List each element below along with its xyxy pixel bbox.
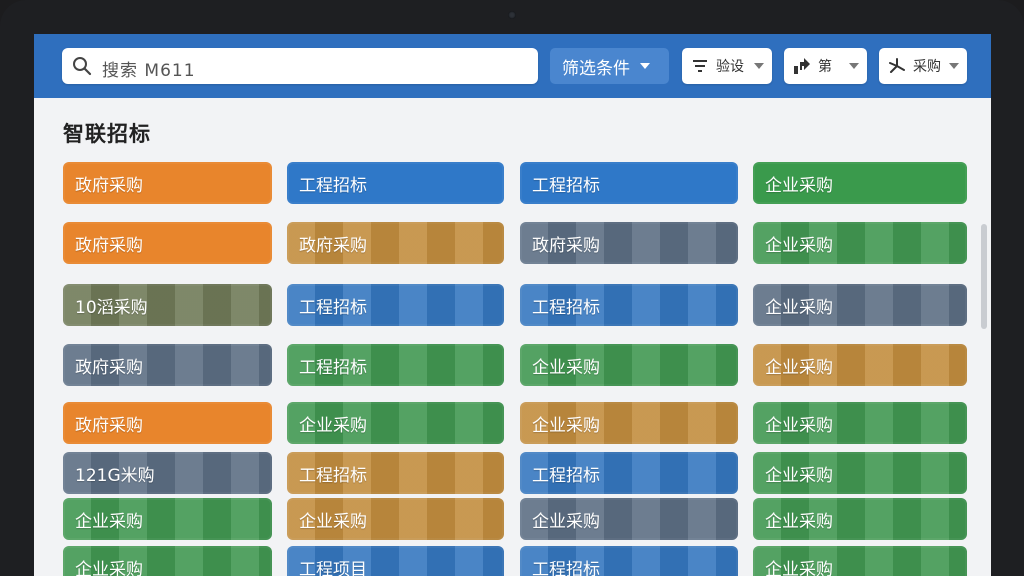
scrollbar[interactable] [981,224,987,329]
category-tag-label: 企业采购 [75,511,143,532]
category-tag-label: 政府采购 [299,235,367,256]
category-tag[interactable]: 政府采购 [520,222,738,264]
filter-lines-icon [693,60,707,72]
category-tag[interactable]: 企业采购 [520,344,738,386]
category-tag-label: 企业采购 [765,175,833,196]
category-tag[interactable]: 政府采购 [287,222,504,264]
top-toolbar: 搜索 M611 筛选条件 验设 第 采购 [34,34,991,98]
category-tag[interactable]: 企业采购 [753,402,967,444]
chevron-down-icon [754,63,764,69]
category-tag[interactable]: 工程招标 [520,452,738,494]
category-tag-label: 工程招标 [532,465,600,486]
tablet-frame: 搜索 M611 筛选条件 验设 第 采购 智联招标 政府采购 工程招标 工程招标… [0,0,1024,576]
dropdown-sort[interactable]: 验设 [682,48,772,84]
category-tag[interactable]: 政府采购 [63,162,272,204]
category-tag[interactable]: 工程项目 [287,546,504,576]
category-tag[interactable]: 企业采购 [520,498,738,540]
category-tag[interactable]: 企业采购 [753,284,967,326]
category-tag-label: 企业采购 [532,511,600,532]
category-tag-label: 工程招标 [532,175,600,196]
category-tag[interactable]: 工程招标 [287,344,504,386]
category-tag[interactable]: 工程招标 [287,162,504,204]
app-screen: 搜索 M611 筛选条件 验设 第 采购 智联招标 政府采购 工程招标 工程招标… [34,34,991,576]
category-tag-label: 政府采购 [75,357,143,378]
category-tag-label: 企业采购 [765,559,833,576]
search-placeholder: 搜索 M611 [102,61,196,81]
category-tag-label: 工程招标 [299,175,367,196]
category-tag[interactable]: 工程招标 [520,546,738,576]
category-tag-label: 工程招标 [532,559,600,576]
category-tag[interactable]: 企业采购 [63,546,272,576]
category-tag[interactable]: 企业采购 [753,344,967,386]
section-title: 智联招标 [63,122,151,146]
category-tag[interactable]: 企业采购 [287,402,504,444]
category-tag[interactable]: 工程招标 [520,284,738,326]
category-tag-label: 工程招标 [299,297,367,318]
dropdown-procurement[interactable]: 采购 [879,48,967,84]
star-burst-icon [889,58,905,73]
chevron-down-icon [949,63,959,69]
category-tag-label: 企业采购 [75,559,143,576]
category-tag[interactable]: 工程招标 [287,284,504,326]
category-tag-label: 企业采购 [765,465,833,486]
dropdown-sort-label: 验设 [716,59,744,75]
camera-icon [508,11,516,19]
category-tag-label: 政府采购 [75,175,143,196]
category-tag-label: 121G米购 [75,465,155,486]
category-tag-label: 企业采购 [299,415,367,436]
category-tag-label: 企业采购 [765,235,833,256]
category-tag-label: 政府采购 [75,415,143,436]
chart-arrow-icon [794,58,810,74]
category-tag[interactable]: 企业采购 [753,162,967,204]
category-tag-label: 企业采购 [765,415,833,436]
filter-label: 筛选条件 [562,58,630,79]
category-tag-label: 政府采购 [532,235,600,256]
category-tag[interactable]: 政府采购 [63,344,272,386]
category-tag-label: 工程招标 [299,357,367,378]
category-tag[interactable]: 工程招标 [287,452,504,494]
category-tag-label: 10滔采购 [75,297,148,318]
search-icon [73,57,92,76]
category-tag[interactable]: 企业采购 [287,498,504,540]
search-input[interactable]: 搜索 M611 [62,48,538,84]
category-tag-label: 工程招标 [299,465,367,486]
category-tag[interactable]: 企业采购 [753,222,967,264]
dropdown-procurement-label: 采购 [913,59,941,75]
category-tag[interactable]: 企业采购 [63,498,272,540]
category-tag[interactable]: 企业采购 [753,498,967,540]
category-tag-label: 企业采购 [765,297,833,318]
chevron-down-icon [849,63,859,69]
category-tag-label: 企业采购 [765,511,833,532]
filter-conditions-button[interactable]: 筛选条件 [550,48,669,84]
category-tag-label: 工程招标 [532,297,600,318]
category-tag[interactable]: 企业采购 [753,546,967,576]
chevron-down-icon [640,63,650,69]
category-tag[interactable]: 121G米购 [63,452,272,494]
category-tag[interactable]: 工程招标 [520,162,738,204]
category-tag-label: 企业采购 [765,357,833,378]
category-tag-label: 企业采购 [532,415,600,436]
dropdown-order-label: 第 [818,59,832,75]
category-tag[interactable]: 企业采购 [520,402,738,444]
category-tag-label: 企业采购 [532,357,600,378]
category-tag[interactable]: 10滔采购 [63,284,272,326]
category-tag-label: 企业采购 [299,511,367,532]
category-tag[interactable]: 政府采购 [63,402,272,444]
category-tag-label: 政府采购 [75,235,143,256]
category-tag-label: 工程项目 [299,559,367,576]
dropdown-order[interactable]: 第 [784,48,867,84]
category-tag[interactable]: 企业采购 [753,452,967,494]
category-tag[interactable]: 政府采购 [63,222,272,264]
